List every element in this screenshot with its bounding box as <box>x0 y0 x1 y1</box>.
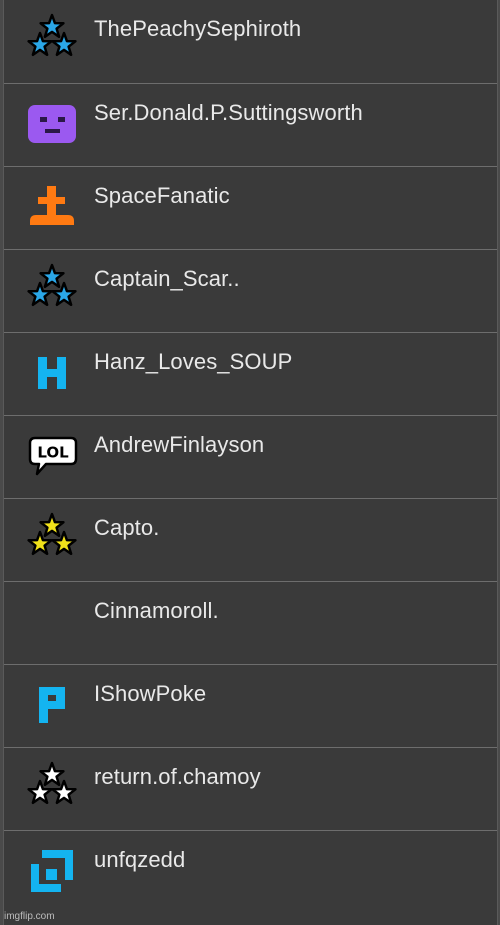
white-stars-rank-icon <box>24 760 80 816</box>
blue-h-letter-icon <box>24 345 80 401</box>
list-item-user[interactable]: SpaceFanatic <box>4 167 497 250</box>
blue-p-letter-icon <box>24 677 80 733</box>
username-label: IShowPoke <box>94 681 207 706</box>
blue-square-logo-icon <box>24 843 80 899</box>
username-label: ThePeachySephiroth <box>94 16 302 41</box>
svg-text:LOL: LOL <box>37 444 69 462</box>
username-label: return.of.chamoy <box>94 764 261 789</box>
list-item-user[interactable]: Ser.Donald.P.Suttingsworth <box>4 84 497 167</box>
username-label: Cinnamoroll. <box>94 598 219 623</box>
list-item-user[interactable]: unfqzedd <box>4 831 497 914</box>
username-label: Capto. <box>94 515 160 540</box>
username-label: SpaceFanatic <box>94 183 230 208</box>
list-item-user[interactable]: LOL AndrewFinlayson <box>4 416 497 499</box>
username-label: Hanz_Loves_SOUP <box>94 349 293 374</box>
yellow-stars-rank-icon <box>24 511 80 567</box>
list-item-user[interactable]: IShowPoke <box>4 665 497 748</box>
list-item-user[interactable]: return.of.chamoy <box>4 748 497 831</box>
blue-stars-rank-icon <box>24 12 80 68</box>
user-list: ThePeachySephiroth Ser.Donald.P.Suttings… <box>3 0 498 925</box>
list-item-user[interactable]: Cinnamoroll. <box>4 582 497 665</box>
username-label: Captain_Scar.. <box>94 266 240 291</box>
list-item-user[interactable]: Captain_Scar.. <box>4 250 497 333</box>
list-item-user[interactable]: Capto. <box>4 499 497 582</box>
username-label: AndrewFinlayson <box>94 432 265 457</box>
username-label: Ser.Donald.P.Suttingsworth <box>94 100 363 125</box>
list-item-user[interactable]: Hanz_Loves_SOUP <box>4 333 497 416</box>
orange-plunger-icon <box>24 179 80 235</box>
purple-square-face-icon <box>24 96 80 152</box>
blue-stars-rank-icon <box>24 262 80 318</box>
lol-speech-bubble-icon: LOL <box>24 428 80 484</box>
watermark-text: imgflip.com <box>4 911 55 922</box>
username-label: unfqzedd <box>94 847 186 872</box>
list-item-user[interactable]: ThePeachySephiroth <box>4 0 497 84</box>
